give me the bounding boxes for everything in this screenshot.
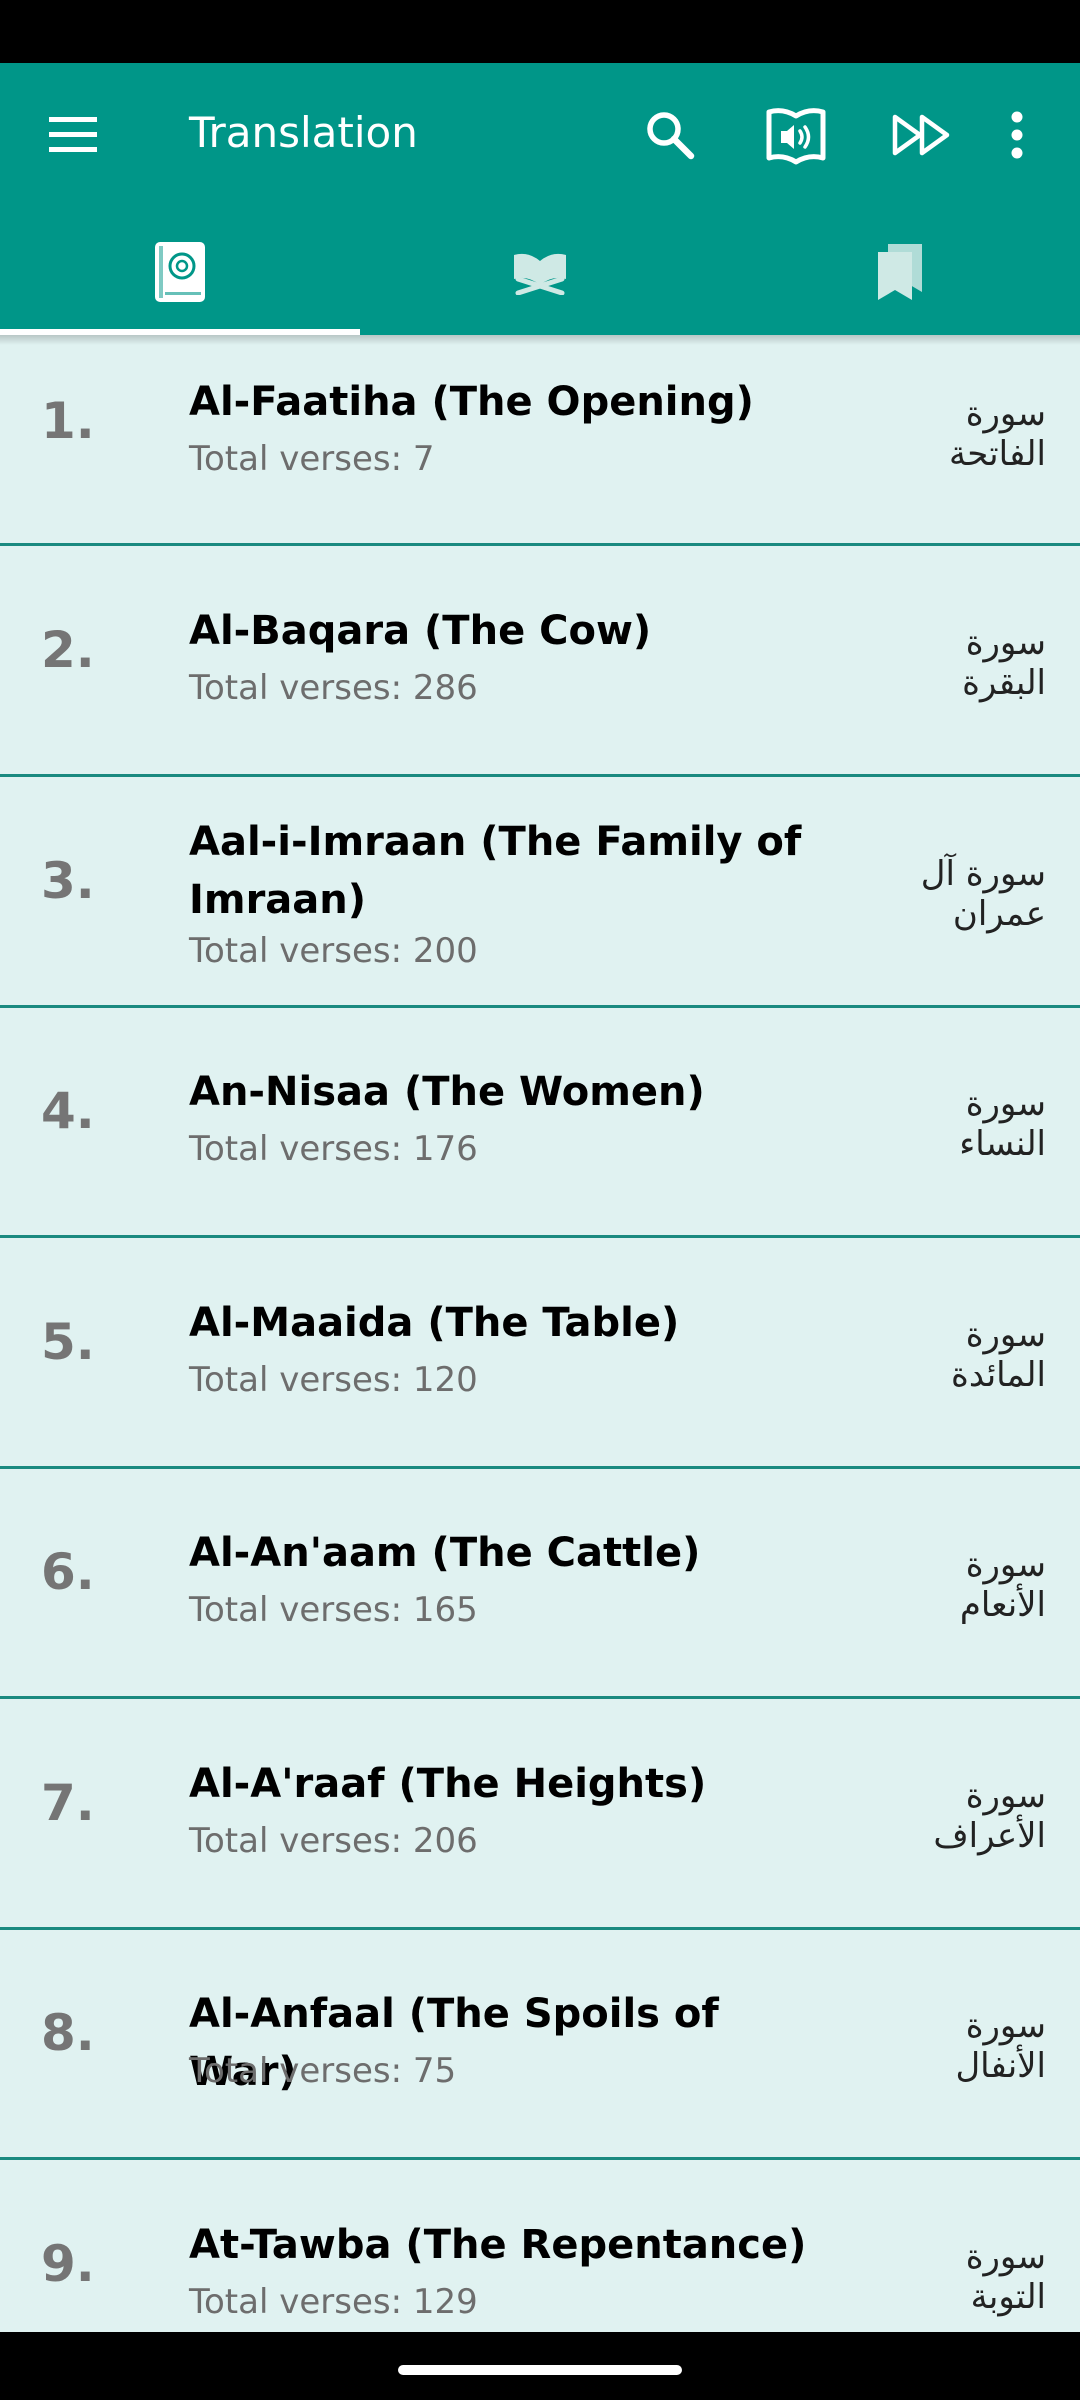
surah-verse-count: Total verses: 120 bbox=[189, 1360, 478, 1400]
surah-arabic-calligraphy: سورة الفاتحة bbox=[948, 394, 1046, 474]
page-title: Translation bbox=[189, 108, 418, 157]
list-item[interactable]: 3. Aal-i-Imraan (The Family of Imraan) Tot… bbox=[0, 777, 1080, 1008]
bookmarks-icon bbox=[878, 243, 922, 300]
surah-number: 1. bbox=[41, 392, 95, 450]
surah-arabic-calligraphy: سورة آل عمران bbox=[920, 854, 1046, 934]
surah-title: An-Nisaa (The Women) bbox=[189, 1069, 705, 1115]
surah-arabic-calligraphy: سورة البقرة bbox=[962, 623, 1046, 703]
tab-bar bbox=[0, 208, 1080, 335]
menu-icon bbox=[49, 117, 97, 152]
list-item[interactable]: 7. Al-A'raaf (The Heights) Total verses: 2… bbox=[0, 1699, 1080, 1930]
list-item[interactable]: 2. Al-Baqara (The Cow) Total verses: 286 سو… bbox=[0, 546, 1080, 777]
surah-arabic-calligraphy: سورة المائدة bbox=[951, 1315, 1046, 1395]
list-item[interactable]: 6. Al-An'aam (The Cattle) Total verses: 16… bbox=[0, 1468, 1080, 1699]
list-item[interactable]: 9. At-Tawba (The Repentance) Total verses:… bbox=[0, 2160, 1080, 2332]
surah-list: 1. Al-Faatiha (The Opening) Total verses: … bbox=[0, 335, 1080, 2332]
surah-title: Al-An'aam (The Cattle) bbox=[189, 1530, 701, 1576]
surah-verse-count: Total verses: 206 bbox=[189, 1821, 478, 1861]
toolbar: Translation bbox=[0, 63, 1080, 208]
surah-number: 8. bbox=[41, 2004, 95, 2062]
surah-number: 7. bbox=[41, 1774, 95, 1832]
list-item[interactable]: 4. An-Nisaa (The Women) Total verses: 176 س… bbox=[0, 1007, 1080, 1238]
surah-title: Al-Maaida (The Table) bbox=[189, 1300, 680, 1346]
surah-verse-count: Total verses: 286 bbox=[189, 668, 478, 708]
list-item[interactable]: 5. Al-Maaida (The Table) Total verses: 120… bbox=[0, 1238, 1080, 1469]
tab-surah-list[interactable] bbox=[0, 208, 360, 335]
surah-title: Al-Baqara (The Cow) bbox=[189, 608, 652, 654]
surah-number: 5. bbox=[41, 1313, 95, 1371]
app-bar: Translation bbox=[0, 63, 1080, 335]
surah-verse-count: Total verses: 129 bbox=[189, 2282, 478, 2322]
surah-verse-count: Total verses: 75 bbox=[189, 2051, 457, 2091]
home-gesture-handle[interactable] bbox=[398, 2365, 682, 2375]
surah-verse-count: Total verses: 165 bbox=[189, 1590, 478, 1630]
surah-verse-count: Total verses: 7 bbox=[189, 439, 435, 479]
surah-arabic-calligraphy: سورة التوبة bbox=[965, 2237, 1046, 2317]
surah-arabic-calligraphy: سورة النساء bbox=[959, 1084, 1046, 1164]
list-item[interactable]: 1. Al-Faatiha (The Opening) Total verses: … bbox=[0, 335, 1080, 546]
surah-title: Aal-i-Imraan (The Family of Imraan) bbox=[189, 819, 802, 923]
audio-book-icon bbox=[766, 108, 826, 165]
fast-forward-button[interactable] bbox=[874, 87, 970, 183]
surah-title: At-Tawba (The Repentance) bbox=[189, 2222, 807, 2268]
list-item[interactable]: 8. Al-Anfaal (The Spoils of War) Total ver… bbox=[0, 1929, 1080, 2160]
fast-forward-icon bbox=[892, 114, 950, 156]
search-button[interactable] bbox=[622, 87, 718, 183]
surah-number: 3. bbox=[41, 852, 95, 910]
quran-book-icon bbox=[155, 241, 205, 302]
surah-number: 6. bbox=[41, 1543, 95, 1601]
surah-title: Al-A'raaf (The Heights) bbox=[189, 1761, 707, 1807]
tab-bookmarks[interactable] bbox=[720, 208, 1080, 335]
more-vert-icon bbox=[1011, 111, 1023, 159]
surah-arabic-calligraphy: سورة الأنفال bbox=[955, 2006, 1046, 2086]
surah-number: 2. bbox=[41, 621, 95, 679]
surah-arabic-calligraphy: سورة الأعراف bbox=[933, 1776, 1046, 1856]
more-options-button[interactable] bbox=[969, 87, 1065, 183]
menu-button[interactable] bbox=[25, 87, 121, 183]
surah-number: 4. bbox=[41, 1082, 95, 1140]
surah-verse-count: Total verses: 200 bbox=[189, 931, 478, 971]
surah-verse-count: Total verses: 176 bbox=[189, 1129, 478, 1169]
surah-arabic-calligraphy: سورة الأنعام bbox=[959, 1545, 1046, 1625]
tab-juz-list[interactable] bbox=[360, 208, 720, 335]
surah-title: Al-Faatiha (The Opening) bbox=[189, 379, 754, 425]
search-icon bbox=[647, 112, 695, 160]
audio-recitation-button[interactable] bbox=[748, 87, 844, 183]
open-book-icon bbox=[514, 253, 566, 295]
status-bar bbox=[0, 0, 1080, 63]
surah-number: 9. bbox=[41, 2235, 95, 2293]
